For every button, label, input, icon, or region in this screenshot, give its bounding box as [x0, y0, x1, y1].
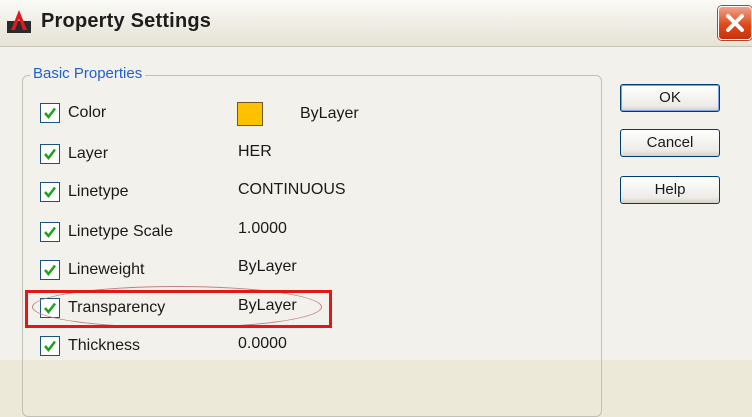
- linetype-scale-value: 1.0000: [238, 220, 287, 237]
- help-button[interactable]: Help: [620, 176, 720, 204]
- checkmark-icon: [44, 340, 57, 353]
- linetype-value: CONTINUOUS: [238, 181, 346, 198]
- autocad-app-icon: [7, 10, 31, 33]
- color-label: Color: [68, 104, 107, 121]
- linetype-checkbox[interactable]: [40, 182, 60, 202]
- color-swatch[interactable]: [237, 102, 263, 126]
- linetype-scale-label: Linetype Scale: [68, 223, 173, 240]
- checkmark-icon: [44, 148, 57, 161]
- window-title: Property Settings: [41, 10, 212, 32]
- checkmark-icon: [44, 264, 57, 277]
- linetype-label: Linetype: [68, 183, 129, 200]
- color-value: ByLayer: [300, 105, 359, 122]
- title-bar[interactable]: Property Settings: [0, 0, 752, 47]
- checkmark-icon: [44, 226, 57, 239]
- checkmark-icon: [44, 186, 57, 199]
- close-button[interactable]: [718, 6, 752, 40]
- close-icon: [726, 14, 744, 32]
- ok-button[interactable]: OK: [620, 84, 720, 112]
- thickness-checkbox[interactable]: [40, 336, 60, 356]
- group-label: Basic Properties: [30, 65, 146, 82]
- layer-label: Layer: [68, 145, 109, 162]
- cancel-button[interactable]: Cancel: [620, 129, 720, 157]
- lineweight-label: Lineweight: [68, 261, 145, 278]
- color-checkbox[interactable]: [40, 103, 60, 123]
- annotation-highlight-box: [25, 290, 332, 328]
- checkmark-icon: [44, 107, 57, 120]
- linetype-scale-checkbox[interactable]: [40, 222, 60, 242]
- layer-value: HER: [238, 143, 272, 160]
- thickness-value: 0.0000: [238, 335, 287, 352]
- thickness-label: Thickness: [68, 337, 141, 354]
- layer-checkbox[interactable]: [40, 144, 60, 164]
- lineweight-value: ByLayer: [238, 258, 297, 275]
- basic-properties-group: [22, 75, 602, 417]
- lineweight-checkbox[interactable]: [40, 260, 60, 280]
